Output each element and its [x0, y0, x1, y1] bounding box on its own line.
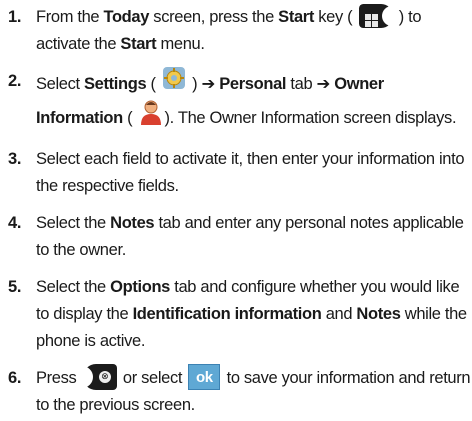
step-text: Select the: [36, 214, 111, 232]
bold-term: Notes: [110, 214, 155, 232]
step-text: menu.: [156, 35, 205, 53]
step-text: Press: [36, 369, 81, 387]
step-3: 3. Select each field to activate it, the…: [0, 146, 472, 200]
bold-term: Notes: [356, 305, 401, 323]
ok-button-icon: ok: [188, 363, 221, 390]
step-text: Select: [36, 74, 84, 93]
step-text: ). The Owner Information screen displays…: [164, 108, 457, 127]
step-text: screen, press the: [149, 8, 279, 26]
bold-term: Identification information: [132, 305, 322, 323]
step-text: or select: [118, 369, 187, 387]
start-key-icon: [358, 3, 394, 28]
bold-term: Options: [110, 278, 171, 296]
step-text: ) ➔: [187, 74, 220, 93]
bold-term: Today: [103, 8, 150, 26]
owner-person-icon: [139, 99, 163, 134]
step-4: 4. Select the Notes tab and enter any pe…: [0, 210, 472, 264]
step-text: and: [321, 305, 357, 323]
step-text: Select the: [36, 278, 111, 296]
step-text: (: [146, 74, 160, 93]
back-key-icon: ⊗: [81, 363, 117, 390]
step-number: 1.: [8, 8, 22, 26]
step-number: 4.: [8, 214, 22, 232]
step-number: 5.: [8, 278, 22, 296]
step-2: 2. Select Settings ( ) ➔ Personal tab ➔ …: [0, 66, 472, 136]
step-6: 6. Press ⊗ or select ok to save your inf…: [0, 363, 472, 419]
bold-term: Personal: [219, 74, 287, 93]
settings-gear-icon: [162, 66, 186, 99]
step-text: (: [122, 108, 137, 127]
step-text: tab ➔: [286, 74, 335, 93]
step-5: 5. Select the Options tab and configure …: [0, 274, 472, 355]
step-number: 6.: [8, 369, 22, 387]
step-number: 3.: [8, 150, 22, 168]
instruction-list: 1. From the Today screen, press the Star…: [0, 0, 472, 419]
step-number: 2.: [8, 72, 22, 90]
step-1: 1. From the Today screen, press the Star…: [0, 3, 472, 58]
bold-term: Start: [120, 35, 157, 53]
step-text: key (: [314, 8, 357, 26]
bold-term: Settings: [84, 74, 147, 93]
step-text: Select each field to activate it, then e…: [36, 150, 465, 195]
step-text: From the: [36, 8, 104, 26]
bold-term: Start: [278, 8, 315, 26]
windows-flag-icon: [364, 9, 378, 27]
back-key-glyph: ⊗: [98, 370, 111, 383]
